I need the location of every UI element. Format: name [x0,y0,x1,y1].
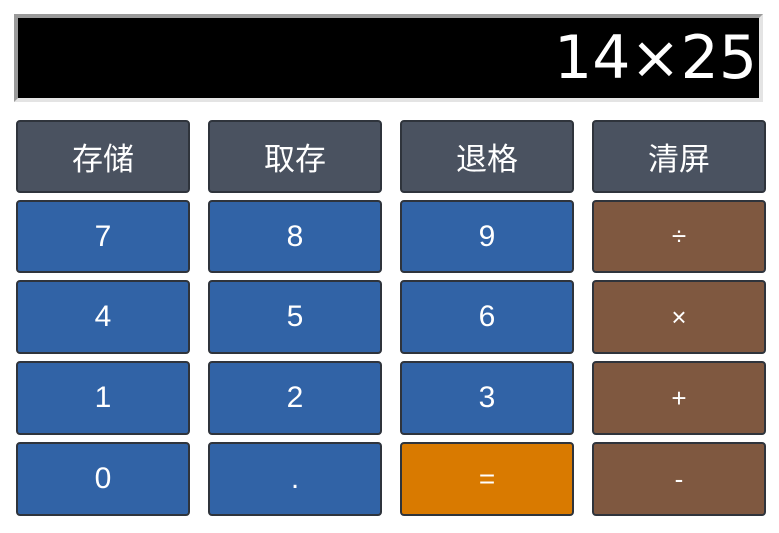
digit-2-button[interactable]: 2 [208,361,382,435]
equals-button[interactable]: = [400,442,574,516]
backspace-button[interactable]: 退格 [400,120,574,193]
divide-button[interactable]: ÷ [592,200,766,273]
memory-store-button[interactable]: 存储 [16,120,190,193]
digit-9-button[interactable]: 9 [400,200,574,273]
digit-3-button[interactable]: 3 [400,361,574,435]
digit-0-button[interactable]: 0 [16,442,190,516]
clear-button[interactable]: 清屏 [592,120,766,193]
digit-1-button[interactable]: 1 [16,361,190,435]
digit-7-button[interactable]: 7 [16,200,190,273]
digit-8-button[interactable]: 8 [208,200,382,273]
digit-5-button[interactable]: 5 [208,280,382,354]
plus-button[interactable]: + [592,361,766,435]
decimal-point-button[interactable]: . [208,442,382,516]
memory-recall-button[interactable]: 取存 [208,120,382,193]
digit-4-button[interactable]: 4 [16,280,190,354]
keypad: 存储 取存 退格 清屏 7 8 9 ÷ 4 5 6 × 1 2 3 + 0 . … [16,120,766,516]
calculator: 14×25 存储 取存 退格 清屏 7 8 9 ÷ 4 5 6 × 1 2 3 … [0,0,779,533]
calculator-display: 14×25 [14,14,763,102]
multiply-button[interactable]: × [592,280,766,354]
minus-button[interactable]: - [592,442,766,516]
digit-6-button[interactable]: 6 [400,280,574,354]
